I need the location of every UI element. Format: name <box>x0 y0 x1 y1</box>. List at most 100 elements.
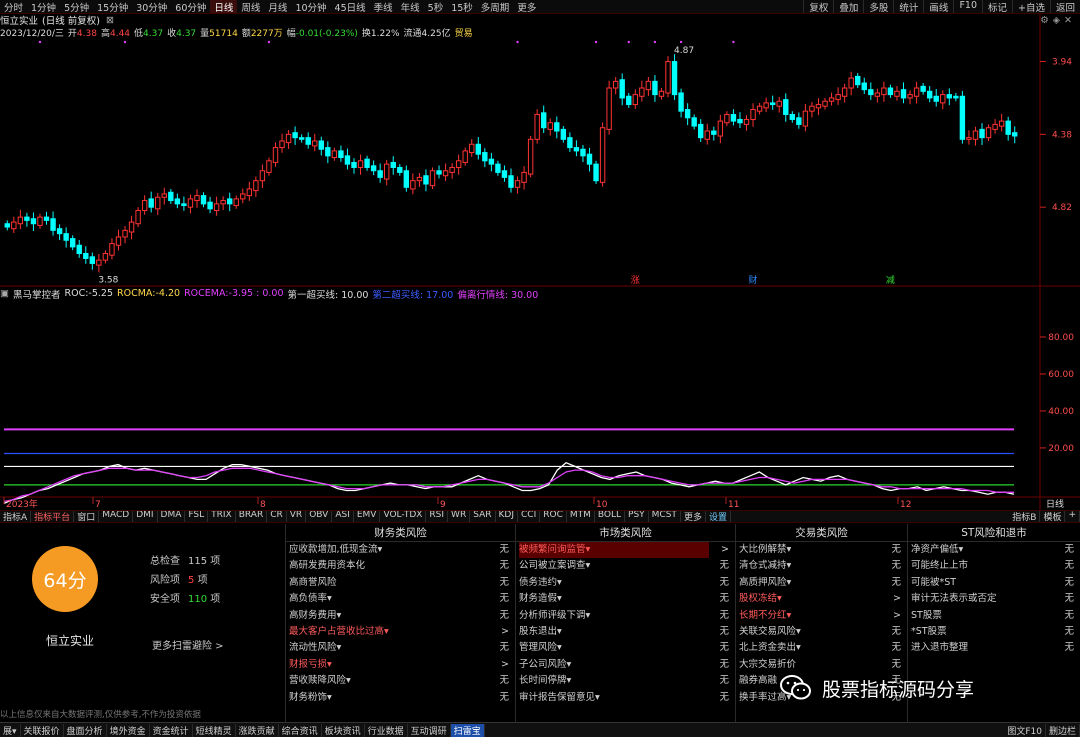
risk-row[interactable]: 北上资金卖出▾ 无 <box>736 640 907 656</box>
candle <box>789 111 796 123</box>
risk-row[interactable]: 高财务费用▾ 无 <box>286 608 515 624</box>
risk-row[interactable]: 可能被*ST 无 <box>908 575 1080 591</box>
risk-row[interactable]: 分析师评级下调▾ 无 <box>516 608 735 624</box>
risk-row[interactable]: 清仓式减持▾ 无 <box>736 558 907 574</box>
risk-row[interactable]: 大比例解禁▾ 无 <box>736 542 907 558</box>
indicator-tab-mtm-21[interactable]: MTM <box>567 511 595 522</box>
risk-row[interactable]: 可能终止上市 无 <box>908 558 1080 574</box>
risk-row[interactable]: 股东退出▾ 无 <box>516 624 735 640</box>
risk-row[interactable]: 进入退市整理 无 <box>908 640 1080 656</box>
bottom-tab-11[interactable]: 扫雷宝 <box>450 723 485 737</box>
candle <box>325 141 331 164</box>
indicator-tab-item-25[interactable]: 更多 <box>681 511 706 522</box>
indicator-tab-cci-19[interactable]: CCI <box>518 511 541 522</box>
indicator-tab-asi-12[interactable]: ASI <box>332 511 354 522</box>
risk-row[interactable]: 财务造假▾ 无 <box>516 591 735 607</box>
risk-row[interactable]: 财务粉饰▾ 无 <box>286 690 515 706</box>
risk-row[interactable]: 管理风险▾ 无 <box>516 640 735 656</box>
candle-body <box>698 123 704 139</box>
risk-row[interactable]: *ST股票 无 <box>908 624 1080 640</box>
bottom-tab-6[interactable]: 涨跌贡献 <box>236 723 279 737</box>
candle-body <box>881 87 887 96</box>
indicator-name[interactable]: 黑马掌控者 <box>13 287 61 301</box>
candle <box>410 173 416 195</box>
indicator-tab-right-0[interactable]: 指标B <box>1009 511 1041 522</box>
risk-row[interactable]: 长时间停牌▾ 无 <box>516 673 735 689</box>
risk-row[interactable]: ST股票 无 <box>908 608 1080 624</box>
candle <box>887 84 894 98</box>
candle-body <box>730 113 737 122</box>
risk-row[interactable]: 流动性风险▾ 无 <box>286 640 515 656</box>
indicator-tab-obv-11[interactable]: OBV <box>306 511 333 522</box>
risk-row[interactable]: 财报亏损▾ > <box>286 657 515 673</box>
risk-row[interactable]: 审计报告保留意见▾ 无 <box>516 690 735 706</box>
risk-row[interactable]: 应收款增加,低现金流▾ 无 <box>286 542 515 558</box>
indicator-tab-wr-16[interactable]: WR <box>448 511 471 522</box>
indicator-tab-brar-8[interactable]: BRAR <box>236 511 268 522</box>
risk-row[interactable]: 高负债率▾ 无 <box>286 591 515 607</box>
indicator-tab-rsi-15[interactable]: RSI <box>426 511 449 522</box>
bottom-tab-5[interactable]: 短线精灵 <box>193 723 236 737</box>
indicator-tab-item-1[interactable]: 指标平台 <box>31 511 75 522</box>
indicator-tab-dmi-4[interactable]: DMI <box>133 511 158 522</box>
indicator-tab-a-0[interactable]: 指标A <box>0 511 32 522</box>
bottom-tab-0[interactable]: 展▾ <box>0 723 21 737</box>
bottom-tab-7[interactable]: 综合资讯 <box>279 723 322 737</box>
indicator-tab-kdj-18[interactable]: KDJ <box>496 511 518 522</box>
risk-row[interactable]: 公司被立案调查▾ 无 <box>516 558 735 574</box>
indicator-tab-sar-17[interactable]: SAR <box>470 511 496 522</box>
candle-body <box>959 95 966 140</box>
bottom-tab-4[interactable]: 资金统计 <box>150 723 193 737</box>
risk-row[interactable]: 营收赎降风险▾ 无 <box>286 673 515 689</box>
risk-row[interactable]: 子公司风险▾ 无 <box>516 657 735 673</box>
indicator-tab-emv-13[interactable]: EMV <box>354 511 381 522</box>
indicator-tab-boll-22[interactable]: BOLL <box>595 511 626 522</box>
indicator-tab-right-2[interactable]: + <box>1065 511 1080 522</box>
indicator-tab-dma-5[interactable]: DMA <box>158 511 186 522</box>
indicator-tab-mcst-24[interactable]: MCST <box>649 511 681 522</box>
risk-row[interactable]: 最大客户占营收比过高▾ > <box>286 624 515 640</box>
risk-row[interactable]: 股权冻结▾ > <box>736 591 907 607</box>
bottom-tab-9[interactable]: 行业数据 <box>365 723 408 737</box>
indicator-tab-right-1[interactable]: 模板 <box>1040 511 1066 522</box>
risk-row[interactable]: 高质押风险▾ 无 <box>736 575 907 591</box>
bottom-tab-3[interactable]: 境外资金 <box>107 723 150 737</box>
risk-row[interactable]: 高研发费用资本化 无 <box>286 558 515 574</box>
indicator-tab-item-26[interactable]: 设置 <box>706 511 731 522</box>
bottom-tab-1[interactable]: 关联报价 <box>21 723 64 737</box>
indicator-header: ▣ 黑马掌控者 ROC:-5.25 ROCMA:-4.20 ROCEMA:-3.… <box>0 287 1080 300</box>
indicator-tab-roc-20[interactable]: ROC <box>540 511 567 522</box>
candle <box>959 90 966 144</box>
risk-row[interactable]: 债务违约▾ 无 <box>516 575 735 591</box>
x-tick-label: 8 <box>260 500 266 510</box>
indicator-toggle-icon[interactable]: ▣ <box>0 288 9 299</box>
bottom-tab-8[interactable]: 板块资讯 <box>322 723 365 737</box>
candle-body <box>1005 120 1011 135</box>
indicator-tab-item-2[interactable]: 窗口 <box>74 511 100 522</box>
candle <box>606 80 612 135</box>
indicator-tab-macd-3[interactable]: MACD <box>99 511 134 522</box>
indicator-tab-vr-10[interactable]: VR <box>287 511 307 522</box>
candle-body <box>913 87 920 97</box>
bottom-tab-10[interactable]: 互动调研 <box>408 723 451 737</box>
risk-row[interactable]: 长期不分红▾ > <box>736 608 907 624</box>
indicator-tab-trix-7[interactable]: TRIX <box>208 511 236 522</box>
indicator-tab-vol-tdx-14[interactable]: VOL-TDX <box>380 511 427 522</box>
bottom-action-1[interactable]: 删边栏 <box>1046 723 1080 737</box>
candle-body <box>678 92 684 112</box>
candle-body <box>495 163 501 173</box>
bottom-tab-2[interactable]: 盘面分析 <box>64 723 107 737</box>
indicator-tab-psy-23[interactable]: PSY <box>625 511 649 522</box>
risk-row[interactable]: 净资产偏低▾ 无 <box>908 542 1080 558</box>
bottom-action-0[interactable]: 图文F10 <box>1004 723 1046 737</box>
candle-body <box>861 82 867 91</box>
risk-row[interactable]: 审计无法表示或否定 无 <box>908 591 1080 607</box>
indicator-tab-fsl-6[interactable]: FSL <box>185 511 209 522</box>
risk-row[interactable]: 关联交易风险▾ 无 <box>736 624 907 640</box>
indicator-tab-cr-9[interactable]: CR <box>267 511 287 522</box>
candle-body <box>756 105 763 112</box>
more-scan-link[interactable]: 更多扫雷避险 > <box>152 637 224 652</box>
candle-body <box>580 148 586 157</box>
risk-row[interactable]: 被频繁问询监管▾ > <box>516 542 735 559</box>
risk-row[interactable]: 高商誉风险 无 <box>286 575 515 591</box>
